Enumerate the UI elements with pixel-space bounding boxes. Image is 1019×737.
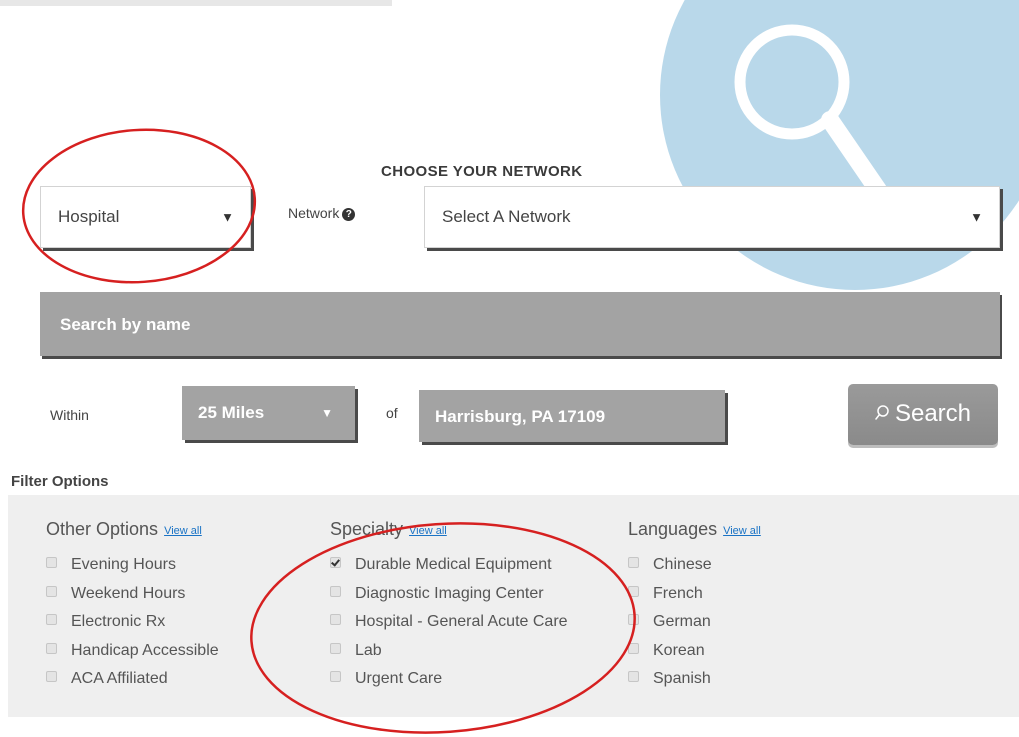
filter-option-lab[interactable]: Lab	[330, 642, 568, 671]
caret-down-icon: ▼	[321, 406, 333, 420]
network-label: Network	[288, 205, 340, 221]
checkbox[interactable]	[330, 614, 341, 625]
location-input[interactable]: Harrisburg, PA 17109	[419, 390, 725, 442]
provider-type-select[interactable]: Hospital ▼	[40, 186, 251, 248]
network-select-value: Select A Network	[442, 207, 571, 226]
specialty-heading-row: Specialty View all	[330, 519, 568, 540]
filter-option-electronic-rx[interactable]: Electronic Rx	[46, 613, 219, 642]
option-label: ACA Affiliated	[71, 670, 168, 687]
option-label: Lab	[355, 641, 382, 659]
background-magnifier-icon	[734, 24, 887, 199]
option-label: Spanish	[653, 670, 711, 687]
specialty-column: Specialty View all Durable Medical Equipm…	[330, 519, 568, 699]
checkbox[interactable]	[628, 642, 639, 654]
checkbox[interactable]	[46, 614, 57, 625]
filter-option-aca-affiliated[interactable]: ACA Affiliated	[46, 670, 219, 699]
option-label: Urgent Care	[355, 670, 443, 687]
caret-down-icon: ▼	[970, 209, 983, 225]
filter-option-urgent-care[interactable]: Urgent Care	[330, 670, 568, 699]
checkbox[interactable]	[46, 642, 57, 654]
choose-network-title: CHOOSE YOUR NETWORK	[381, 163, 583, 180]
checkbox-checked[interactable]	[330, 557, 341, 568]
languages-heading-row: Languages View all	[628, 519, 761, 540]
within-label: Within	[50, 407, 89, 423]
filter-option-durable-medical-equipment[interactable]: Durable Medical Equipment	[330, 556, 568, 585]
filter-option-diagnostic-imaging-center[interactable]: Diagnostic Imaging Center	[330, 585, 568, 614]
checkbox[interactable]	[330, 671, 341, 682]
languages-list: Chinese French German Korean Spanish	[628, 556, 761, 699]
filter-option-chinese[interactable]: Chinese	[628, 556, 761, 585]
other-options-list: Evening Hours Weekend Hours Electronic R…	[46, 556, 219, 699]
other-options-view-all-link[interactable]: View all	[164, 525, 202, 537]
languages-column: Languages View all Chinese French German …	[628, 519, 761, 699]
checkbox[interactable]	[628, 614, 639, 625]
other-options-heading: Other Options	[46, 519, 159, 539]
specialty-list: Durable Medical Equipment Diagnostic Ima…	[330, 556, 568, 699]
of-label: of	[386, 405, 398, 421]
distance-select[interactable]: 25 Miles ▼	[182, 386, 355, 440]
checkbox[interactable]	[628, 671, 639, 682]
filter-option-hospital-general-acute-care[interactable]: Hospital - General Acute Care	[330, 613, 568, 642]
filter-option-german[interactable]: German	[628, 613, 761, 642]
option-label: Korean	[653, 641, 705, 659]
checkbox[interactable]	[330, 642, 341, 654]
filter-option-evening-hours[interactable]: Evening Hours	[46, 556, 219, 585]
checkbox[interactable]	[628, 557, 639, 568]
filter-option-weekend-hours[interactable]: Weekend Hours	[46, 585, 219, 614]
option-label: Evening Hours	[71, 556, 176, 573]
languages-view-all-link[interactable]: View all	[723, 525, 761, 537]
option-label: Handicap Accessible	[71, 641, 219, 659]
option-label: Diagnostic Imaging Center	[355, 584, 544, 602]
option-label: Chinese	[653, 556, 712, 573]
search-button[interactable]: Search	[848, 384, 998, 445]
filter-option-french[interactable]: French	[628, 585, 761, 614]
option-label: Electronic Rx	[71, 613, 166, 630]
other-options-column: Other Options View all Evening Hours Week…	[46, 519, 219, 699]
distance-select-value: 25 Miles	[198, 403, 265, 422]
option-label: Durable Medical Equipment	[355, 556, 552, 573]
caret-down-icon: ▼	[221, 209, 234, 225]
question-circle-icon[interactable]: ?	[342, 208, 356, 221]
other-options-heading-row: Other Options View all	[46, 519, 219, 540]
magnifier-icon	[875, 405, 889, 420]
filter-panel: Other Options View all Evening Hours Week…	[8, 495, 1019, 717]
filter-option-handicap-accessible[interactable]: Handicap Accessible	[46, 642, 219, 671]
search-button-label: Search	[894, 400, 972, 427]
provider-type-value: Hospital	[58, 207, 120, 226]
checkbox[interactable]	[628, 585, 639, 597]
network-label-row: Network?	[288, 205, 356, 221]
filter-options-title: Filter Options	[11, 473, 109, 490]
specialty-heading: Specialty	[330, 519, 404, 539]
top-strip	[0, 0, 392, 6]
option-label: French	[653, 584, 703, 602]
checkbox[interactable]	[46, 671, 57, 682]
filter-option-spanish[interactable]: Spanish	[628, 670, 761, 699]
checkbox[interactable]	[46, 585, 57, 597]
option-label: German	[653, 613, 711, 630]
option-label: Hospital - General Acute Care	[355, 613, 568, 630]
option-label: Weekend Hours	[71, 584, 186, 602]
search-by-name-input[interactable]: Search by name	[40, 292, 1000, 356]
network-select[interactable]: Select A Network ▼	[424, 186, 1000, 248]
specialty-view-all-link[interactable]: View all	[409, 525, 447, 537]
languages-heading: Languages	[628, 519, 718, 539]
checkbox[interactable]	[46, 557, 57, 568]
filter-option-korean[interactable]: Korean	[628, 642, 761, 671]
checkbox[interactable]	[330, 585, 341, 597]
